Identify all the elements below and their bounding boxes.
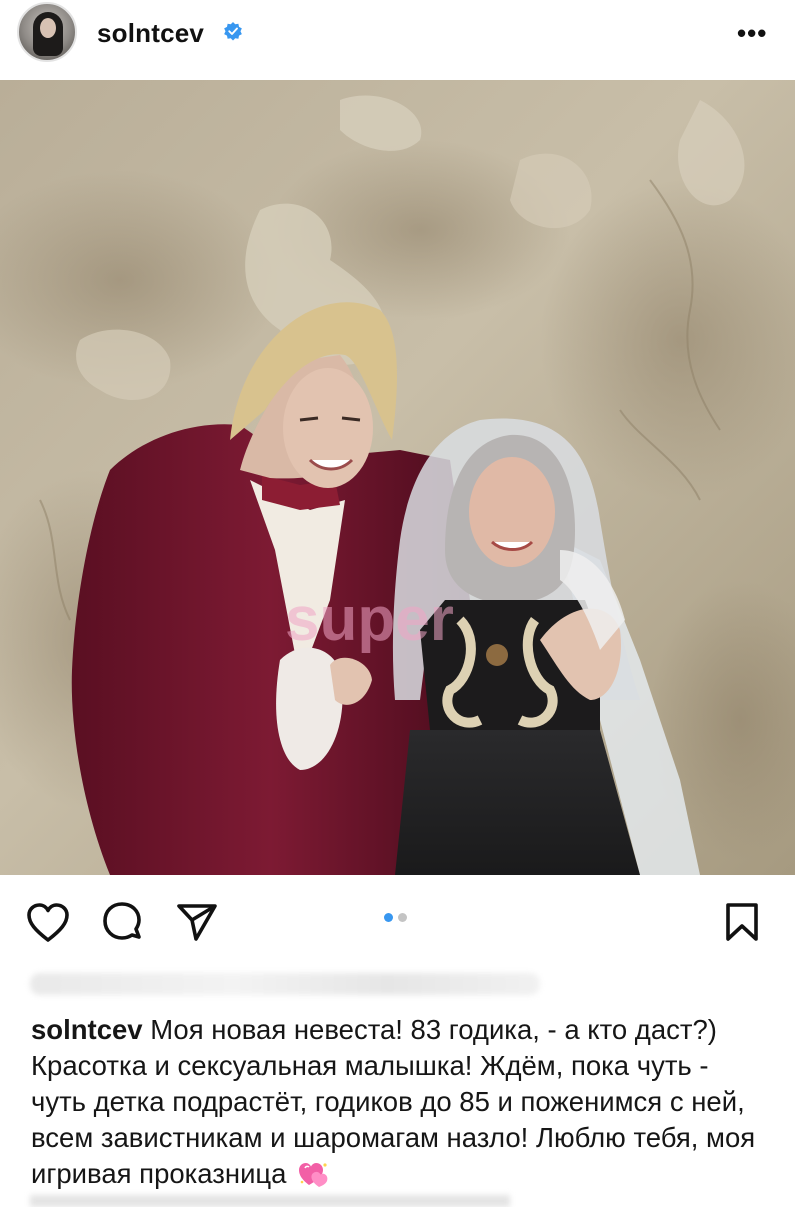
carousel-dot-active [384, 913, 393, 922]
speech-bubble-icon[interactable] [101, 901, 145, 945]
verified-badge-icon [224, 22, 242, 41]
bookmark-icon[interactable] [724, 902, 760, 942]
post-image: super [0, 80, 795, 875]
paper-plane-icon[interactable] [176, 901, 218, 943]
profile-username[interactable]: solntcev [97, 18, 204, 49]
carousel-dot [398, 913, 407, 922]
post-photo[interactable]: super [0, 80, 795, 875]
more-options-icon[interactable]: ••• [737, 18, 767, 49]
blurred-likes-line [30, 973, 540, 995]
post-header: solntcev ••• [0, 0, 795, 70]
watermark-text: super [285, 585, 454, 654]
sparkling-hearts-icon [299, 1163, 328, 1187]
post-caption: solntcev Моя новая невеста! 83 годика, -… [31, 1012, 766, 1192]
carousel-indicator [384, 913, 407, 922]
caption-username[interactable]: solntcev [31, 1014, 143, 1045]
profile-avatar[interactable] [17, 2, 77, 62]
blurred-bottom-line [30, 1195, 510, 1207]
heart-outline-icon[interactable] [25, 902, 71, 944]
post-actions-bar [0, 875, 795, 970]
